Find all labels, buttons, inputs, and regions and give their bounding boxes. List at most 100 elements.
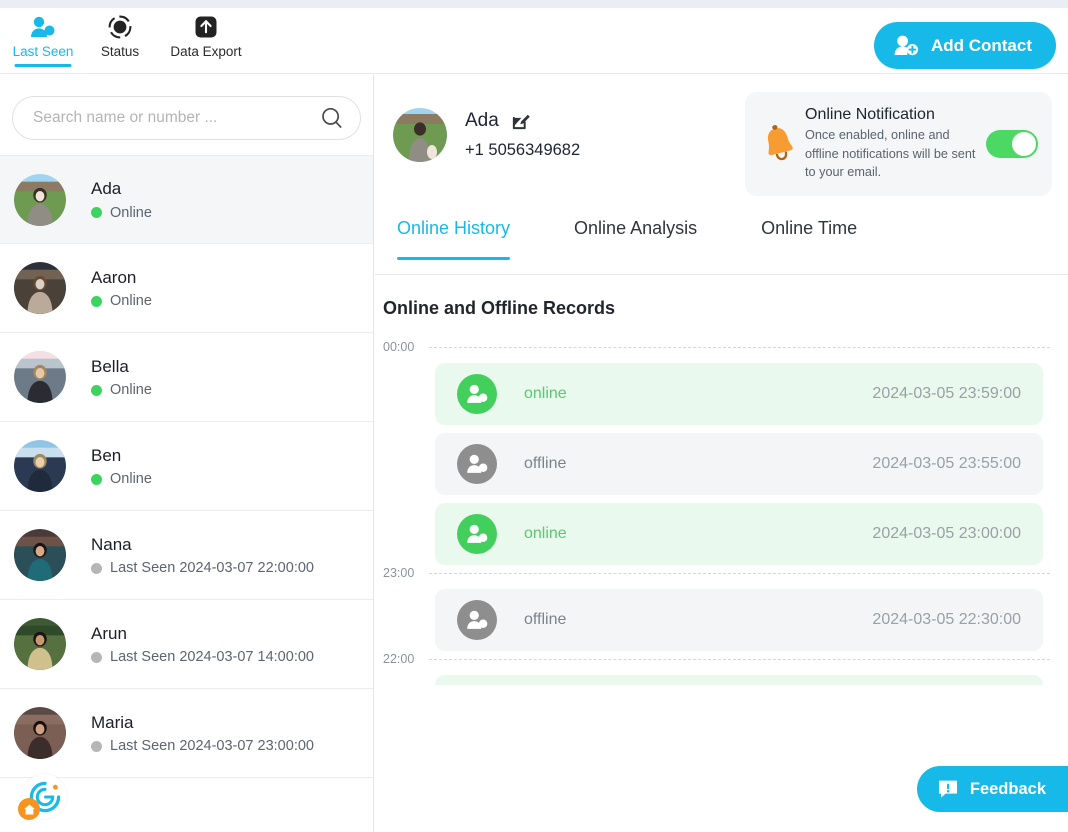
nav-active-underline: [14, 64, 72, 67]
nav-item-data-export[interactable]: Data Export: [154, 8, 258, 59]
record-state-label: online: [524, 525, 567, 542]
contact-status: Online: [91, 205, 152, 221]
notification-toggle[interactable]: [986, 130, 1038, 158]
tab-online-history[interactable]: Online History: [397, 217, 511, 260]
notification-description: Once enabled, online and offline notific…: [805, 128, 976, 180]
detail-tabs: Online History Online Analysis Online Time: [375, 217, 1068, 275]
record-timestamp: 2024-03-05 22:30:00: [872, 611, 1021, 628]
timeline-dashed-line: [429, 658, 1050, 660]
status-dot-offline: [91, 740, 102, 752]
contact-status: Online: [91, 382, 152, 398]
avatar: [14, 173, 66, 226]
search-input[interactable]: [13, 109, 360, 127]
tab-online-time[interactable]: Online Time: [761, 217, 857, 239]
contact-name: Maria: [91, 712, 134, 732]
status-dot-online: [91, 473, 102, 485]
nav-label-status: Status: [100, 44, 140, 59]
avatar: [14, 618, 66, 670]
record-state-label: offline: [524, 611, 567, 628]
contact-status-label: Last Seen 2024-03-07 23:00:00: [110, 738, 314, 755]
avatar: [14, 707, 66, 759]
tab-label: Online Time: [761, 218, 858, 238]
contact-row[interactable]: Aaron Online: [0, 244, 373, 333]
online-notification-card: Online Notification Once enabled, online…: [745, 92, 1052, 196]
primary-nav: Last Seen Status Data Export: [0, 8, 258, 67]
search-box[interactable]: [12, 96, 361, 140]
nav-label-last-seen: Last Seen: [12, 44, 74, 59]
person-offline-icon: [457, 600, 497, 640]
timeline-dashed-line: [429, 346, 1050, 348]
timeline-time-label: 00:00: [383, 340, 415, 354]
profile-phone: +1 5056349682: [465, 141, 581, 159]
add-contact-button[interactable]: Add Contact: [873, 22, 1056, 69]
contact-name: Ada: [91, 179, 122, 199]
edit-square-icon[interactable]: [511, 112, 530, 131]
nav-item-status[interactable]: Status: [86, 8, 154, 59]
timeline-marker: 00:00: [383, 339, 1068, 355]
contact-status: Online: [91, 293, 152, 309]
person-online-icon: [457, 374, 497, 414]
contact-meta: Maria Last Seen 2024-03-07 23:00:00: [91, 712, 314, 754]
add-contact-label: Add Contact: [930, 35, 1032, 55]
contact-row[interactable]: Nana Last Seen 2024-03-07 22:00:00: [0, 511, 373, 600]
contact-status-label: Online: [110, 293, 152, 310]
brand-badge: [18, 774, 67, 820]
app-header: Last Seen Status Data Export Add Contact: [0, 8, 1068, 74]
toggle-knob: [1012, 132, 1036, 156]
contact-meta: Nana Last Seen 2024-03-07 22:00:00: [91, 534, 314, 576]
tab-online-analysis[interactable]: Online Analysis: [574, 217, 697, 239]
contact-name: Arun: [91, 623, 127, 643]
person-offline-icon: [457, 444, 497, 484]
contact-name: Ben: [91, 445, 122, 465]
avatar: [14, 529, 66, 581]
status-dot-online: [91, 207, 102, 219]
timeline-marker: 23:00: [383, 565, 1068, 581]
contact-row[interactable]: Ada Online: [0, 155, 373, 244]
record-row: offline 2024-03-05 22:30:00: [435, 589, 1043, 651]
feedback-button[interactable]: Feedback: [916, 766, 1068, 812]
contact-row[interactable]: Arun Last Seen 2024-03-07 14:00:00: [0, 600, 373, 689]
record-timestamp: 2024-03-05 23:00:00: [872, 525, 1021, 542]
contact-row[interactable]: Ben Online: [0, 422, 373, 511]
contact-name: Bella: [91, 356, 129, 376]
contact-meta: Arun Last Seen 2024-03-07 14:00:00: [91, 623, 314, 665]
notification-text: Online Notification Once enabled, online…: [805, 106, 978, 182]
bell-icon: [759, 124, 799, 164]
contact-name: Aaron: [91, 267, 137, 287]
person-online-icon: [457, 514, 497, 554]
profile-name: Ada: [465, 110, 499, 131]
record-row: online 2024-03-05 23:00:00: [435, 503, 1043, 565]
status-dot-online: [91, 384, 102, 396]
contact-row[interactable]: Bella Online: [0, 333, 373, 422]
record-row-partial: [435, 675, 1043, 685]
record-dot-icon: [108, 14, 132, 40]
record-timestamp: 2024-03-05 23:59:00: [872, 385, 1021, 402]
avatar: [14, 440, 66, 492]
app-root: Last Seen Status Data Export Add Contact…: [0, 0, 1068, 832]
people-icon: [30, 14, 56, 40]
record-row: offline 2024-03-05 23:55:00: [435, 433, 1043, 495]
tab-label: Online Analysis: [574, 218, 698, 238]
nav-label-data-export: Data Export: [170, 44, 242, 59]
avatar: [14, 262, 66, 314]
contacts-sidebar: Ada Online Aaron Online: [0, 75, 374, 832]
feedback-icon: [937, 778, 959, 800]
avatar: [14, 351, 66, 403]
nav-item-last-seen[interactable]: Last Seen: [0, 8, 86, 67]
avatar: [393, 108, 447, 162]
contact-status: Last Seen 2024-03-07 22:00:00: [91, 560, 314, 576]
record-state-label: offline: [524, 455, 567, 472]
detail-panel: Ada +1 5056349682 Online Notification On…: [375, 75, 1068, 832]
status-dot-offline: [91, 651, 102, 663]
records-timeline: 00:00 online 2024-03-05 23:59:00 offline…: [375, 339, 1068, 685]
search-icon[interactable]: [320, 106, 344, 130]
contact-status-label: Online: [110, 204, 152, 221]
upload-arrow-icon: [194, 14, 218, 40]
contact-status-label: Online: [110, 382, 152, 399]
contact-status-label: Last Seen 2024-03-07 22:00:00: [110, 560, 314, 577]
contact-status: Last Seen 2024-03-07 23:00:00: [91, 738, 314, 754]
record-timestamp: 2024-03-05 23:55:00: [872, 455, 1021, 472]
timeline-dashed-line: [429, 572, 1050, 574]
window-top-strip: [0, 0, 1068, 8]
contact-row[interactable]: Maria Last Seen 2024-03-07 23:00:00: [0, 689, 373, 778]
